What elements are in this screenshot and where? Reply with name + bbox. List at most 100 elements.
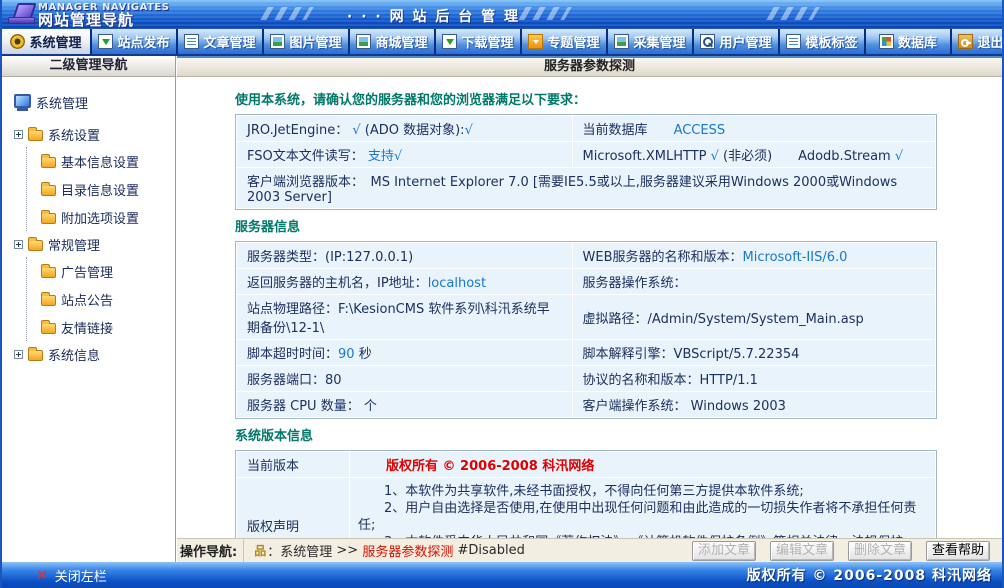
page-title: 服务器参数探测 — [177, 56, 1002, 77]
sidebar-title: 二级管理导航 — [2, 56, 175, 77]
tab-exit-system[interactable]: 退出系统 — [952, 29, 1002, 54]
table-row: 脚本超时时间：90 秒 脚本解释引擎：VBScript/5.7.22354 — [237, 340, 935, 365]
tree-leaf-ad-manage[interactable]: 广告管理 — [41, 257, 175, 285]
expand-plus-icon[interactable] — [14, 130, 23, 139]
close-left-pane-button[interactable]: × 关闭左栏 — [36, 566, 107, 585]
slash-decoration — [518, 7, 572, 20]
table-row: 站点物理路径：F:\KesionCMS 软件系列\科汛系统早期备份\12-1\ … — [237, 295, 935, 339]
tab-label: 用户管理 — [719, 32, 771, 51]
tab-label: 退出系统 — [977, 32, 1002, 51]
sitemap-icon: 品 — [254, 542, 266, 559]
check-mark: √ — [352, 123, 360, 138]
tab-article-manage[interactable]: 文章管理 — [178, 29, 264, 54]
table-row: 返回服务器的主机名，IP地址：localhost 服务器操作系统： — [237, 269, 935, 294]
copyright-red-text: 版权所有 © 2006-2008 科汛网络 — [386, 459, 594, 474]
delete-article-button[interactable]: 删除文章 — [848, 541, 912, 561]
tab-mall-manage[interactable]: 商城管理 — [350, 29, 436, 54]
script-engine-cell: 脚本解释引擎：VBScript/5.7.22354 — [573, 340, 935, 365]
tab-topic-manage[interactable]: 专题管理 — [522, 29, 608, 54]
tree-root-system-manage[interactable]: 系统管理 — [12, 89, 175, 115]
content-area: 使用本系统，请确认您的服务器和您的浏览器满足以下要求： JRO.JetEngin… — [177, 77, 1002, 538]
brand-logo: MANAGER NAVIGATES 网站管理导航 — [38, 1, 169, 27]
tree-leaf-basic-info[interactable]: 基本信息设置 — [41, 147, 175, 175]
laptop-logo-icon — [8, 3, 35, 24]
current-db-cell: 当前数据库ACCESS — [573, 116, 935, 141]
tree-node-system-settings[interactable]: 系统设置 — [14, 121, 175, 147]
add-article-button[interactable]: 添加文章 — [692, 541, 756, 561]
requirements-table: JRO.JetEngine： √ (ADO 数据对象):√ 当前数据库ACCES… — [235, 114, 937, 210]
xmlhttp-cell: Microsoft.XMLHTTP √ (非必须) Adodb.Stream √ — [573, 142, 935, 167]
breadcrumb-root[interactable]: 系统管理 — [280, 541, 332, 560]
tab-label: 站点发布 — [117, 32, 169, 51]
divider — [243, 539, 244, 562]
tree-node-general-manage[interactable]: 常规管理 — [14, 231, 175, 257]
tab-download-manage[interactable]: 下载管理 — [436, 29, 522, 54]
slash-decoration — [766, 7, 820, 20]
tab-user-manage[interactable]: 用户管理 — [694, 29, 780, 54]
close-x-icon: × — [36, 567, 48, 583]
breadcrumb-arrow: >> — [332, 543, 362, 558]
topic-icon — [528, 34, 543, 49]
tree-label: 系统设置 — [48, 125, 100, 144]
tab-label: 商城管理 — [375, 32, 427, 51]
table-row: 当前版本 版权所有 © 2006-2008 科汛网络 — [237, 452, 935, 477]
copyright-statement-label: 版权声明 — [237, 478, 349, 538]
tree-leaf-friend-links[interactable]: 友情链接 — [41, 313, 175, 341]
cpu-count-cell: 服务器 CPU 数量： 个 — [237, 392, 572, 417]
table-row: JRO.JetEngine： √ (ADO 数据对象):√ 当前数据库ACCES… — [237, 116, 935, 141]
tree-leaf-site-notice[interactable]: 站点公告 — [41, 285, 175, 313]
protocol-cell: 协议的名称和版本：HTTP/1.1 — [573, 366, 935, 391]
tab-collect-manage[interactable]: 采集管理 — [608, 29, 694, 54]
browser-version-cell: 客户端浏览器版本： MS Internet Explorer 7.0 [需要IE… — [237, 168, 935, 208]
banner-title: · · · 网 站 后 台 管 理 — [347, 6, 520, 26]
tab-template-tags[interactable]: 模板标签 — [780, 29, 866, 54]
statement-line: 2、用户自由选择是否使用,在使用中出现任何问题和由此造成的一切损失作者将不承担任… — [358, 500, 927, 534]
client-os-cell: 客户端操作系统： Windows 2003 — [573, 392, 935, 417]
expand-plus-icon[interactable] — [14, 350, 23, 359]
check-mark: √ — [711, 149, 719, 164]
tab-site-publish[interactable]: 站点发布 — [92, 29, 178, 54]
tab-image-manage[interactable]: 图片管理 — [264, 29, 350, 54]
tree-node-system-info[interactable]: 系统信息 — [14, 341, 175, 367]
folder-icon — [41, 323, 56, 334]
server-os-cell: 服务器操作系统： — [573, 269, 935, 294]
check-mark: √ — [465, 123, 473, 138]
folder-icon — [41, 267, 56, 278]
tree-leaf-extra-options[interactable]: 附加选项设置 — [41, 203, 175, 231]
table-row: 客户端浏览器版本： MS Internet Explorer 7.0 [需要IE… — [237, 168, 935, 208]
script-timeout-cell: 脚本超时时间：90 秒 — [237, 340, 572, 365]
tree-label: 系统管理 — [36, 93, 88, 112]
hostname-cell: 返回服务器的主机名，IP地址：localhost — [237, 269, 572, 294]
tab-database[interactable]: 数据库 — [866, 29, 952, 54]
tree-label: 常规管理 — [48, 235, 100, 254]
expand-plus-icon[interactable] — [14, 240, 23, 249]
tree-label: 广告管理 — [61, 262, 113, 281]
main-nav-tabbar: 系统管理 站点发布 文章管理 图片管理 商城管理 下载管理 专题管理 采集管理 — [2, 29, 1002, 56]
tree-label: 站点公告 — [61, 290, 113, 309]
server-info-heading: 服务器信息 — [235, 216, 1002, 235]
breadcrumb-flag: #Disabled — [453, 543, 525, 558]
logo-line2: 网站管理导航 — [38, 14, 169, 27]
top-banner: MANAGER NAVIGATES 网站管理导航 · · · 网 站 后 台 管… — [2, 0, 1002, 29]
tab-label: 模板标签 — [805, 32, 857, 51]
view-help-button[interactable]: 查看帮助 — [926, 541, 990, 561]
tab-label: 图片管理 — [289, 32, 341, 51]
tab-system-manage[interactable]: 系统管理 — [2, 29, 92, 54]
tree-leaf-directory-info[interactable]: 目录信息设置 — [41, 175, 175, 203]
edit-article-button[interactable]: 编辑文章 — [770, 541, 834, 561]
admin-window: MANAGER NAVIGATES 网站管理导航 · · · 网 站 后 台 管… — [0, 0, 1004, 588]
opbar-buttons: 添加文章 编辑文章 删除文章 查看帮助 — [692, 541, 1002, 561]
support-value: 支持√ — [368, 149, 402, 164]
table-row: 服务器 CPU 数量： 个 客户端操作系统： Windows 2003 — [237, 392, 935, 417]
picture-icon — [270, 34, 285, 49]
tab-label: 下载管理 — [461, 32, 513, 51]
main-panel: 服务器参数探测 使用本系统，请确认您的服务器和您的浏览器满足以下要求： JRO.… — [177, 56, 1002, 562]
slash-decoration — [260, 7, 314, 20]
table-row: 服务器类型：(IP:127.0.0.1) WEB服务器的名称和版本：Micros… — [237, 243, 935, 268]
breadcrumb-colon: ： — [267, 541, 280, 560]
gear-icon — [10, 34, 25, 49]
article-icon — [184, 34, 199, 49]
database-icon — [879, 34, 894, 49]
virtual-path-cell: 虚拟路径：/Admin/System/System_Main.asp — [573, 295, 935, 339]
version-info-heading: 系统版本信息 — [235, 425, 1002, 444]
